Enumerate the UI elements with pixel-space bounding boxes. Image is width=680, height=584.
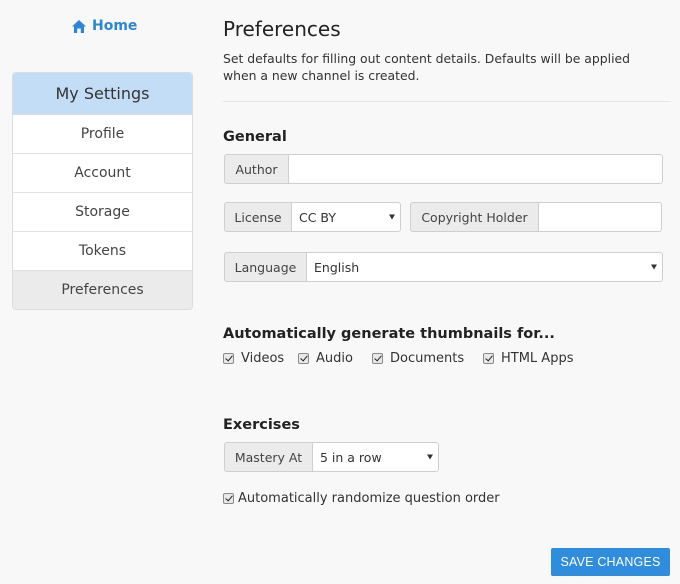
author-input[interactable] <box>288 154 663 184</box>
sidebar-item-profile[interactable]: Profile <box>13 115 192 154</box>
sidebar-item-preferences[interactable]: Preferences <box>13 271 192 309</box>
randomize-question-order-label: Automatically randomize question order <box>238 491 500 506</box>
license-addon: License <box>224 202 292 232</box>
language-addon: Language <box>224 252 307 282</box>
thumbnail-html-apps-label: HTML Apps <box>501 351 574 366</box>
page-description: Set defaults for filling out content det… <box>223 51 630 83</box>
sidebar-item-account[interactable]: Account <box>13 154 192 193</box>
copyright-holder-addon: Copyright Holder <box>410 202 539 232</box>
license-select-value: CC BY <box>299 209 336 225</box>
mastery-at-select[interactable]: 5 in a row <box>312 442 439 472</box>
language-select-value: English <box>314 259 360 275</box>
save-changes-button[interactable]: SAVE CHANGES <box>551 548 670 576</box>
thumbnail-audio-label: Audio <box>316 351 353 366</box>
chevron-down-icon <box>651 264 657 270</box>
home-icon <box>71 19 87 34</box>
general-heading: General <box>223 129 287 145</box>
checkbox-checked-icon <box>483 353 494 364</box>
chevron-down-icon <box>389 214 395 220</box>
settings-sidebar: My Settings Profile Account Storage Toke… <box>12 72 193 310</box>
home-label: Home <box>92 18 138 34</box>
copyright-holder-input[interactable] <box>538 202 662 232</box>
checkbox-checked-icon <box>372 353 383 364</box>
checkbox-checked-icon <box>298 353 309 364</box>
mastery-at-addon: Mastery At <box>224 442 313 472</box>
language-select[interactable]: English <box>306 252 663 282</box>
thumbnail-documents-label: Documents <box>390 351 465 366</box>
thumbnail-documents-checkbox[interactable]: Documents <box>372 351 483 366</box>
home-link[interactable]: Home <box>71 16 137 36</box>
header-divider <box>223 101 671 102</box>
sidebar-item-tokens[interactable]: Tokens <box>13 232 192 271</box>
thumbnail-html-apps-checkbox[interactable]: HTML Apps <box>483 351 573 366</box>
license-select[interactable]: CC BY <box>291 202 401 232</box>
sidebar-item-storage[interactable]: Storage <box>13 193 192 232</box>
thumbnails-heading: Automatically generate thumbnails for... <box>223 326 555 342</box>
checkbox-checked-icon <box>223 493 234 504</box>
checkbox-checked-icon <box>223 353 234 364</box>
sidebar-header: My Settings <box>13 73 192 115</box>
mastery-at-select-value: 5 in a row <box>320 449 382 465</box>
thumbnail-options: Videos Audio Documents HTML Apps <box>223 351 573 366</box>
randomize-question-order-checkbox[interactable]: Automatically randomize question order <box>223 491 500 506</box>
thumbnail-videos-checkbox[interactable]: Videos <box>223 351 298 366</box>
chevron-down-icon <box>427 454 433 460</box>
page-title: Preferences <box>223 17 341 41</box>
thumbnail-audio-checkbox[interactable]: Audio <box>298 351 372 366</box>
author-addon: Author <box>224 154 289 184</box>
exercises-heading: Exercises <box>223 417 300 433</box>
thumbnail-videos-label: Videos <box>241 351 285 366</box>
